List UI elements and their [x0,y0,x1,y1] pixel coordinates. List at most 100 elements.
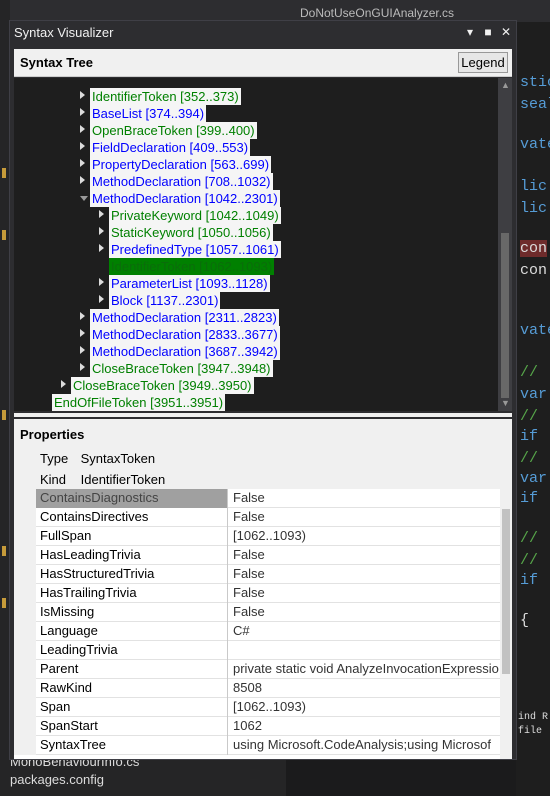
tree-node-label[interactable]: MethodDeclaration [2833..3677) [90,326,280,343]
expand-arrow-icon[interactable] [80,142,85,150]
expand-arrow-icon[interactable] [80,176,85,184]
code-line: vate [520,322,550,339]
scroll-up-icon[interactable]: ▲ [501,81,510,90]
property-value[interactable] [229,641,499,660]
expand-arrow-icon[interactable] [99,210,104,218]
expand-arrow-icon[interactable] [80,159,85,167]
property-value[interactable]: False [229,489,499,508]
tree-node-label[interactable]: StaticKeyword [1050..1056) [109,224,273,241]
row-gutter [14,546,36,565]
row-gutter [14,660,36,679]
property-row[interactable]: SpanStart 1062 [14,717,500,736]
row-gutter [14,736,36,755]
expand-arrow-icon[interactable] [80,125,85,133]
grid-scrollbar[interactable] [500,489,512,759]
properties-title: Properties [20,427,85,442]
sidebar-marker [2,230,6,240]
expand-arrow-icon[interactable] [80,346,85,354]
sidebar-marker [2,546,6,556]
property-name: FullSpan [36,527,228,546]
property-row[interactable]: ContainsDirectives False [14,508,500,527]
tree-node-label[interactable]: PropertyDeclaration [563..699) [90,156,272,173]
property-value[interactable]: False [229,603,499,622]
tree-node-label[interactable]: IdentifierToken [352..373) [90,88,241,105]
window-title-bar[interactable]: Syntax Visualizer ▾ ■ ✕ [10,21,516,45]
property-row[interactable]: Language C# [14,622,500,641]
property-value[interactable]: 8508 [229,679,499,698]
code-line: if [520,572,539,589]
console-line: ind R [518,712,549,723]
property-row[interactable]: RawKind 8508 [14,679,500,698]
row-gutter [14,622,36,641]
property-name: Span [36,698,228,717]
property-row[interactable]: FullSpan [1062..1093) [14,527,500,546]
expand-arrow-icon[interactable] [99,295,104,303]
code-editor-fragment[interactable]: stic seal vate lic lic con con vate // var // if // v… [516,22,550,702]
tree-node-label[interactable]: OpenBraceToken [399..400) [90,122,257,139]
tree-node-label[interactable]: MethodDeclaration [1042..2301) [90,190,280,207]
tree-node-label[interactable]: Block [1137..2301) [109,292,221,309]
property-value[interactable]: C# [229,622,499,641]
property-row[interactable]: Parent private static void AnalyzeInvocat… [14,660,500,679]
close-icon[interactable]: ✕ [498,23,514,41]
property-value[interactable]: False [229,565,499,584]
tree-node-label[interactable]: CloseBraceToken [3947..3948) [90,360,273,377]
syntax-tree-view[interactable]: ▲ ▼ IdentifierToken [352..373) BaseList [… [14,78,512,411]
expand-arrow-icon[interactable] [80,108,85,116]
tree-node-label[interactable]: EndOfFileToken [3951..3951) [52,394,226,411]
tree-scrollbar[interactable]: ▲ ▼ [498,78,512,411]
property-name: ContainsDiagnostics [36,489,228,508]
property-row[interactable]: Span [1062..1093) [14,698,500,717]
scroll-down-icon[interactable]: ▼ [501,399,510,408]
property-value[interactable]: using Microsoft.CodeAnalysis;using Micro… [229,736,499,755]
property-row[interactable]: ContainsDiagnostics False [14,489,500,508]
property-row[interactable]: SyntaxTree using Microsoft.CodeAnalysis;u… [14,736,500,755]
tree-node-label[interactable]: ParameterList [1093..1128) [109,275,270,292]
expand-arrow-icon[interactable] [80,91,85,99]
tree-scroll-thumb[interactable] [501,233,509,398]
tree-node-label[interactable]: PrivateKeyword [1042..1049) [109,207,281,224]
status-strip [286,758,516,796]
expand-arrow-icon[interactable] [99,244,104,252]
collapse-arrow-icon[interactable] [80,196,88,201]
expand-arrow-icon[interactable] [80,329,85,337]
property-row[interactable]: IsMissing False [14,603,500,622]
expand-arrow-icon[interactable] [61,380,66,388]
code-line: stic [520,74,550,91]
property-value[interactable]: False [229,508,499,527]
tree-node-label[interactable]: CloseBraceToken [3949..3950) [71,377,254,394]
tree-node-label[interactable]: PredefinedType [1057..1061) [109,241,281,258]
expand-arrow-icon[interactable] [99,278,104,286]
tree-node-label[interactable]: MethodDeclaration [3687..3942) [90,343,280,360]
property-row[interactable]: HasLeadingTrivia False [14,546,500,565]
property-value[interactable]: 1062 [229,717,499,736]
property-value[interactable]: private static void AnalyzeInvocationExp… [229,660,499,679]
property-grid[interactable]: ContainsDiagnostics False ContainsDirectiv… [14,489,500,759]
expand-arrow-icon[interactable] [80,363,85,371]
grid-scroll-thumb[interactable] [502,509,510,674]
tree-node-label[interactable]: BaseList [374..394) [90,105,207,122]
property-row[interactable]: HasStructuredTrivia False [14,565,500,584]
property-row[interactable]: HasTrailingTrivia False [14,584,500,603]
maximize-icon[interactable]: ■ [480,23,496,41]
property-name: ContainsDirectives [36,508,228,527]
tree-node-label[interactable]: MethodDeclaration [708..1032) [90,173,273,190]
row-gutter [14,698,36,717]
solution-item[interactable]: packages.config [10,772,104,787]
code-line: vate [520,136,550,153]
properties-panel: Properties Type SyntaxToken Kind Identif… [14,419,512,759]
tree-node-label[interactable]: FieldDeclaration [409..553) [90,139,251,156]
tree-node-label[interactable]: MethodDeclaration [2311..2823) [90,309,279,326]
property-value[interactable]: False [229,546,499,565]
property-value[interactable]: [1062..1093) [229,527,499,546]
panel-splitter[interactable] [14,413,512,417]
property-value[interactable]: False [229,584,499,603]
expand-arrow-icon[interactable] [99,227,104,235]
tree-node-label[interactable]: IdentifierToken [1062..1093) [109,258,275,275]
property-row[interactable]: LeadingTrivia [14,641,500,660]
legend-button[interactable]: Legend [458,52,508,73]
expand-arrow-icon[interactable] [80,312,85,320]
property-value[interactable]: [1062..1093) [229,698,499,717]
property-name: HasLeadingTrivia [36,546,228,565]
window-menu-icon[interactable]: ▾ [462,23,478,41]
